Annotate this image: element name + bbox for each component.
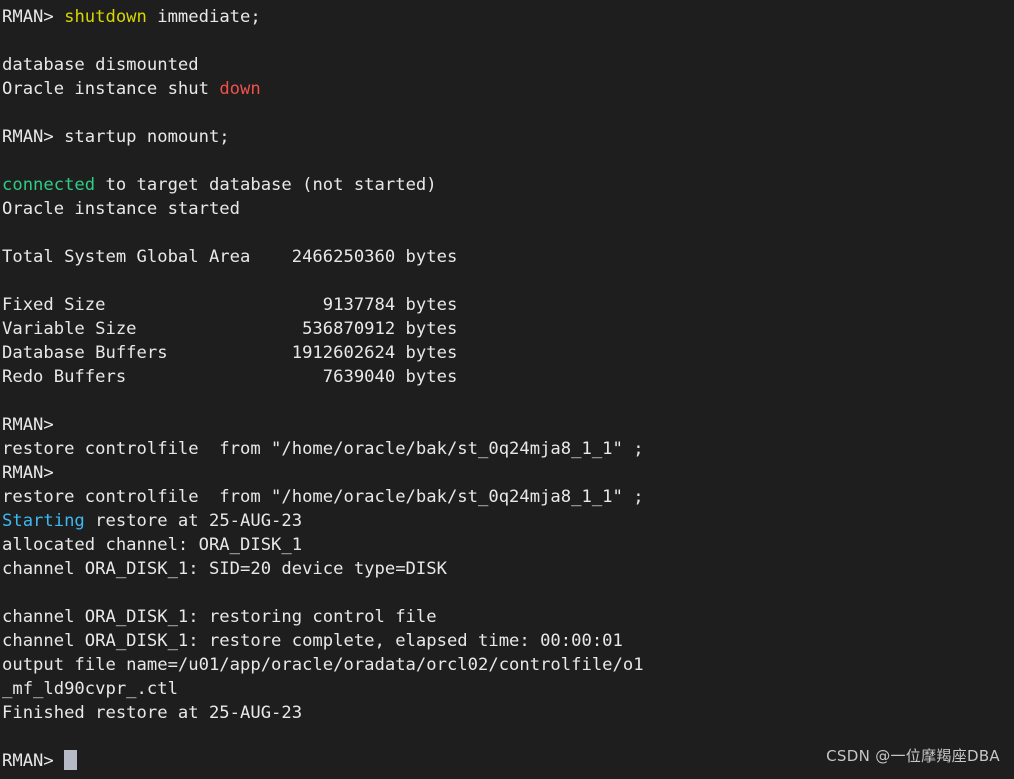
terminal-text: Oracle instance shut [2, 79, 220, 99]
terminal-text: restore controlfile from "/home/oracle/b… [2, 487, 644, 507]
terminal-line: RMAN> [2, 749, 644, 773]
terminal-line: Oracle instance started [2, 197, 644, 221]
terminal-text: RMAN> [2, 415, 54, 435]
terminal-line: restore controlfile from "/home/oracle/b… [2, 485, 644, 509]
terminal-line: connected to target database (not starte… [2, 173, 644, 197]
terminal-line: Fixed Size 9137784 bytes [2, 293, 644, 317]
terminal-line: RMAN> startup nomount; [2, 125, 644, 149]
terminal-line: channel ORA_DISK_1: restore complete, el… [2, 629, 644, 653]
terminal-text: Fixed Size 9137784 bytes [2, 295, 458, 315]
terminal-text: Total System Global Area 2466250360 byte… [2, 247, 458, 267]
terminal-text: channel ORA_DISK_1: restoring control fi… [2, 607, 437, 627]
terminal-text: Finished restore at 25-AUG-23 [2, 703, 303, 723]
terminal-line: Database Buffers 1912602624 bytes [2, 341, 644, 365]
terminal-line: RMAN> shutdown immediate; [2, 5, 644, 29]
terminal-line: allocated channel: ORA_DISK_1 [2, 533, 644, 557]
terminal-text: database dismounted [2, 55, 199, 75]
terminal-text: restore controlfile from "/home/oracle/b… [2, 439, 644, 459]
terminal-text: Redo Buffers 7639040 bytes [2, 367, 458, 387]
terminal-line: _mf_ld90cvpr_.ctl [2, 677, 644, 701]
terminal-line: Total System Global Area 2466250360 byte… [2, 245, 644, 269]
terminal-text: RMAN> [2, 7, 65, 27]
terminal-text: RMAN> startup nomount; [2, 127, 230, 147]
terminal-text: to target database (not started) [95, 175, 437, 195]
terminal-line: RMAN> [2, 413, 644, 437]
terminal-window[interactable]: RMAN> shutdown immediate; database dismo… [0, 0, 1014, 779]
terminal-text: _mf_ld90cvpr_.ctl [2, 679, 178, 699]
terminal-text: down [219, 79, 261, 99]
terminal-line: Variable Size 536870912 bytes [2, 317, 644, 341]
terminal-line: Oracle instance shut down [2, 77, 644, 101]
terminal-text: Variable Size 536870912 bytes [2, 319, 458, 339]
terminal-text: Oracle instance started [2, 199, 240, 219]
terminal-text: restore at 25-AUG-23 [84, 511, 303, 531]
terminal-line: Redo Buffers 7639040 bytes [2, 365, 644, 389]
terminal-line: Finished restore at 25-AUG-23 [2, 701, 644, 725]
terminal-line: database dismounted [2, 53, 644, 77]
terminal-line: Starting restore at 25-AUG-23 [2, 509, 644, 533]
terminal-text: channel ORA_DISK_1: restore complete, el… [2, 631, 623, 651]
terminal-text: RMAN> [2, 751, 65, 771]
csdn-watermark: CSDN @一位摩羯座DBA [826, 747, 1000, 765]
text-cursor[interactable] [64, 750, 78, 770]
terminal-text: allocated channel: ORA_DISK_1 [2, 535, 303, 555]
terminal-text: immediate; [146, 7, 261, 27]
terminal-line: channel ORA_DISK_1: SID=20 device type=D… [2, 557, 644, 581]
terminal-text: RMAN> [2, 463, 54, 483]
terminal-line: output file name=/u01/app/oracle/oradata… [2, 653, 644, 677]
terminal-text: channel ORA_DISK_1: SID=20 device type=D… [2, 559, 447, 579]
terminal-output[interactable]: RMAN> shutdown immediate; database dismo… [2, 5, 644, 773]
terminal-line: RMAN> [2, 461, 644, 485]
terminal-text: Database Buffers 1912602624 bytes [2, 343, 458, 363]
terminal-text: shutdown [64, 7, 147, 27]
terminal-text: connected [2, 175, 96, 195]
terminal-text: output file name=/u01/app/oracle/oradata… [2, 655, 644, 675]
terminal-text: Starting [2, 511, 85, 531]
terminal-line: restore controlfile from "/home/oracle/b… [2, 437, 644, 461]
terminal-line: channel ORA_DISK_1: restoring control fi… [2, 605, 644, 629]
